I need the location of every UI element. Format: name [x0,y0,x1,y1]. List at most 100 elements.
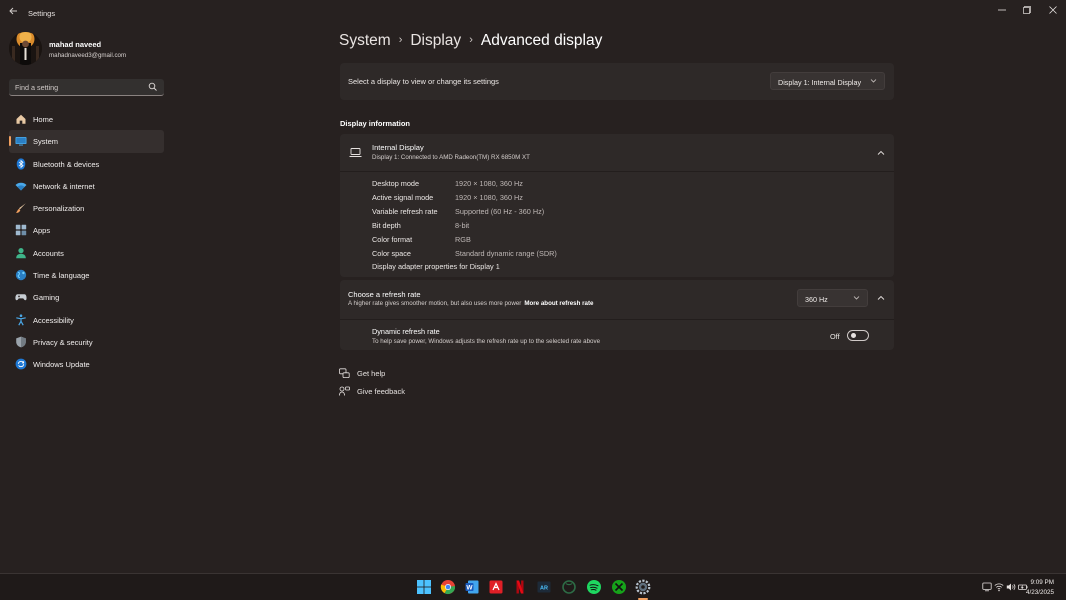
sidebar-item-label: Home [33,115,54,124]
property-value: Standard dynamic range (SDR) [455,249,557,258]
dynamic-refresh-rate-toggle[interactable] [847,330,869,341]
refresh-rate-card: Choose a refresh rate A higher rate give… [340,280,894,350]
settings-icon[interactable] [635,579,651,595]
update-icon [15,358,27,370]
breadcrumb-display[interactable]: Display [410,32,461,49]
wifi-icon[interactable] [994,582,1004,592]
refresh-rate-dropdown[interactable]: 360 Hz [797,289,868,307]
volume-icon[interactable] [1006,582,1016,592]
sidebar-item-network[interactable]: Network & internet [9,175,164,197]
word-icon[interactable]: W [464,579,480,595]
window-title: Settings [28,9,56,18]
display-info-card: Internal Display Display 1: Connected to… [340,134,894,277]
breadcrumb-system[interactable]: System [339,32,391,49]
sidebar-item-personalization[interactable]: Personalization [9,197,164,219]
taskbar-clock-time[interactable]: 9:09 PM [1031,579,1054,586]
sidebar-item-gaming[interactable]: Gaming [9,286,164,308]
chevron-up-icon[interactable] [876,293,886,303]
property-key: Color space [372,249,411,258]
display-adapter-properties-link[interactable]: Display adapter properties for Display 1 [372,262,500,271]
chevron-down-icon [853,294,860,303]
display-info-title: Internal Display [372,143,424,152]
active-indicator [9,136,11,147]
spotify-icon[interactable] [586,579,602,595]
sidebar-item-accounts[interactable]: Accounts [9,242,164,264]
display-select-value: Display 1: Internal Display [778,78,862,87]
sidebar-item-apps[interactable]: Apps [9,219,164,241]
toggle-knob [851,333,856,338]
property-value: RGB [455,235,471,244]
profile-email: mahadnaveed3@gmail.com [49,52,127,59]
sidebar-item-label: Bluetooth & devices [33,159,100,169]
sidebar-item-windows-update[interactable]: Windows Update [9,353,164,375]
display-selector-label: Select a display to view or change its s… [348,77,499,86]
sidebar-item-label: Privacy & security [33,337,93,347]
apps-icon [15,224,27,236]
sidebar-item-privacy[interactable]: Privacy & security [9,331,164,353]
shield-icon [15,336,27,348]
armoury-crate-icon[interactable]: AR [536,579,552,595]
home-icon [15,113,27,125]
back-arrow-icon[interactable] [6,6,20,20]
refresh-rate-subtitle: A higher rate gives smoother motion, but… [348,300,593,307]
breadcrumb-separator: › [469,34,473,46]
taskbar: W AR 9:09 PM 4/23/2025 [0,573,1066,600]
sidebar-item-label: System [33,137,59,147]
display-info-subtitle: Display 1: Connected to AMD Radeon(TM) R… [372,154,530,161]
sidebar-item-label: Windows Update [33,360,90,370]
xbox-app-icon[interactable] [611,579,627,595]
toggle-state-label: Off [830,332,840,341]
search-icon[interactable] [148,82,158,92]
chrome-icon[interactable] [440,579,456,595]
breadcrumb: System › Display › Advanced display [339,32,602,54]
sidebar-item-label: Time & language [33,271,90,281]
sidebar-item-label: Network & internet [33,181,95,191]
more-about-refresh-rate-link[interactable]: More about refresh rate [524,300,593,307]
property-key: Bit depth [372,221,401,230]
chevron-up-icon[interactable] [876,148,886,158]
display-select-dropdown[interactable]: Display 1: Internal Display [770,72,885,90]
search-placeholder: Find a setting [15,83,59,92]
close-button[interactable] [1044,4,1062,18]
svg-text:AR: AR [540,585,548,591]
search-input[interactable]: Find a setting [9,79,164,96]
sidebar-nav: Home System Bluetooth & devices Network … [9,108,164,376]
sidebar-item-label: Accessibility [33,315,74,325]
accessibility-icon [15,314,27,326]
taskbar-clock-date[interactable]: 4/23/2025 [1026,589,1054,596]
property-key: Color format [372,235,413,244]
sidebar-item-system[interactable]: System [9,130,164,153]
dynamic-refresh-rate-row: Dynamic refresh rate To help save power,… [340,319,894,350]
accounts-icon [15,247,27,259]
avatar [9,32,42,65]
minimize-button[interactable] [993,4,1011,18]
sidebar-item-label: Gaming [33,293,60,303]
property-value: 1920 × 1080, 360 Hz [455,179,523,188]
svg-text:W: W [466,585,473,592]
bluetooth-icon [15,157,27,170]
property-key: Desktop mode [372,179,420,188]
page-title: Advanced display [480,32,603,49]
netflix-icon[interactable] [512,579,528,595]
refresh-rate-description: A higher rate gives smoother motion, but… [348,300,522,307]
start-icon[interactable] [416,579,432,595]
system-icon [15,135,27,147]
amd-software-icon[interactable] [488,579,504,595]
user-profile[interactable]: mahad naveed mahadnaveed3@gmail.com [9,32,169,66]
sidebar-item-bluetooth[interactable]: Bluetooth & devices [9,153,164,175]
property-value: 8-bit [455,221,470,230]
sidebar-item-home[interactable]: Home [9,108,164,130]
xbox-icon[interactable] [561,579,577,595]
maximize-button[interactable] [1018,4,1036,18]
network-icon [15,180,27,192]
display-info-header[interactable]: Internal Display Display 1: Connected to… [340,134,894,172]
tray-notification-icon[interactable] [982,582,992,592]
refresh-rate-value: 360 Hz [805,295,828,304]
property-value: Supported (60 Hz - 360 Hz) [455,207,545,216]
dynamic-refresh-rate-title: Dynamic refresh rate [372,327,440,336]
dynamic-refresh-rate-subtitle: To help save power, Windows adjusts the … [372,338,601,345]
sidebar-item-accessibility[interactable]: Accessibility [9,309,164,331]
sidebar-item-label: Apps [33,226,51,236]
sidebar-item-label: Accounts [33,248,64,258]
sidebar-item-time-language[interactable]: Time & language [9,264,164,286]
